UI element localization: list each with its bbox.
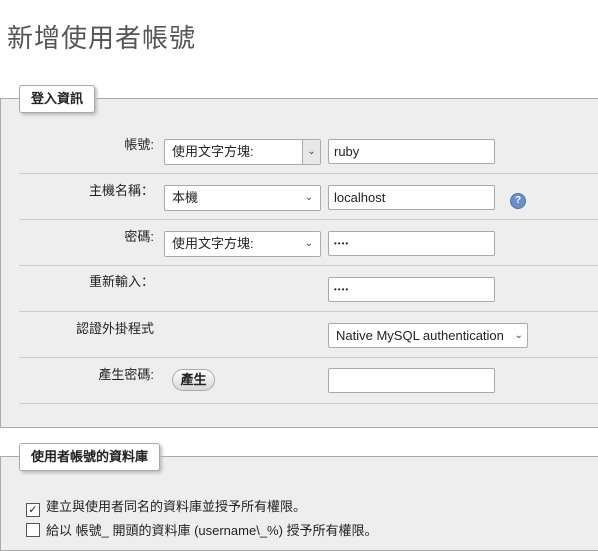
checkbox-checked-icon[interactable]: ✓ xyxy=(26,503,40,517)
auth-plugin-value: Native MySQL authentication xyxy=(336,328,504,343)
page-title: 新增使用者帳號 xyxy=(7,23,197,53)
chevron-down-icon: ⌄ xyxy=(514,330,523,341)
password-type-value: 使用文字方塊: xyxy=(172,236,254,251)
help-icon[interactable]: ? xyxy=(510,193,526,209)
password-input[interactable]: •••• xyxy=(328,231,495,256)
generate-password-row: 產生密碼: xyxy=(19,358,598,404)
create-same-name-db-option[interactable]: ✓ 建立與使用者同名的資料庫並授予所有權限。 xyxy=(26,496,306,517)
host-type-value: 本機 xyxy=(172,190,199,205)
username-label: 帳號: xyxy=(124,137,154,152)
login-information-fieldset: 登入資訊 帳號: 使用文字方塊: ⌄ ruby 主機名稱： 本機 ⌄ local… xyxy=(0,85,598,428)
generate-password-label: 產生密碼: xyxy=(98,367,154,382)
auth-plugin-label: 認證外掛程式 xyxy=(75,321,154,336)
generated-password-input[interactable] xyxy=(328,368,495,393)
retype-row: 重新輸入： xyxy=(19,266,598,312)
user-database-legend: 使用者帳號的資料庫 xyxy=(19,443,161,471)
retype-password-input[interactable]: •••• xyxy=(328,277,495,302)
grant-prefix-db-label: 給以 帳號_ 開頭的資料庫 (username\_%) 授予所有權限。 xyxy=(46,523,378,538)
retype-label: 重新輸入： xyxy=(88,274,154,289)
host-input[interactable]: localhost xyxy=(328,185,495,210)
chevron-down-icon: ⌄ xyxy=(304,192,314,203)
chevron-down-icon: ⌄ xyxy=(302,140,320,164)
generate-password-button[interactable]: 產生 xyxy=(172,369,215,391)
username-type-value: 使用文字方塊: xyxy=(172,144,254,159)
username-input[interactable]: ruby xyxy=(328,139,495,164)
host-label: 主機名稱： xyxy=(88,183,154,198)
checkbox-icon[interactable] xyxy=(26,523,40,537)
host-type-select[interactable]: 本機 ⌄ xyxy=(164,185,321,211)
auth-plugin-select[interactable]: Native MySQL authentication ⌄ xyxy=(328,323,528,348)
grant-prefix-db-option[interactable]: 給以 帳號_ 開頭的資料庫 (username\_%) 授予所有權限。 xyxy=(26,520,378,539)
chevron-down-icon: ⌄ xyxy=(304,238,314,249)
password-label: 密碼: xyxy=(124,229,154,244)
create-same-name-db-label: 建立與使用者同名的資料庫並授予所有權限。 xyxy=(46,499,307,514)
password-type-select[interactable]: 使用文字方塊: ⌄ xyxy=(164,231,321,257)
username-type-select[interactable]: 使用文字方塊: ⌄ xyxy=(164,139,321,165)
user-database-fieldset: 使用者帳號的資料庫 ✓ 建立與使用者同名的資料庫並授予所有權限。 給以 帳號_ 開… xyxy=(0,443,598,551)
login-information-legend: 登入資訊 xyxy=(19,85,96,113)
